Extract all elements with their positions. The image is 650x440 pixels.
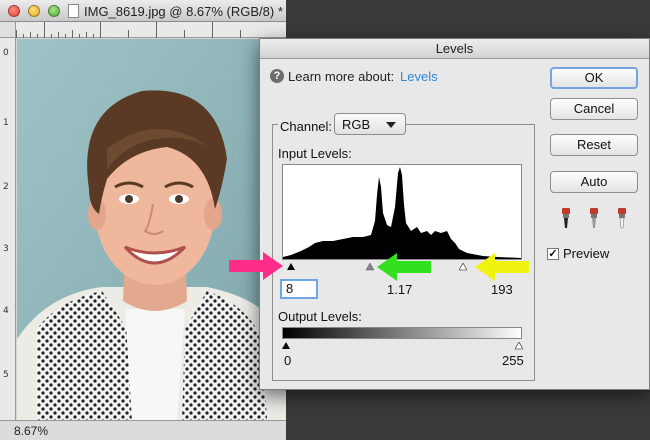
zoom-window-icon[interactable] (48, 5, 60, 17)
help-icon[interactable]: ? (270, 69, 284, 83)
green-annotation-arrow (377, 253, 431, 281)
yellow-annotation-arrow (475, 253, 529, 281)
preview-checkbox[interactable]: ✓ (547, 248, 559, 260)
ruler-number: 1 (3, 118, 9, 128)
dialog-titlebar[interactable]: Levels (260, 39, 649, 59)
ruler-origin[interactable] (0, 22, 16, 38)
zoom-level[interactable]: 8.67% (14, 424, 48, 438)
document-titlebar[interactable]: IMG_8619.jpg @ 8.67% (RGB/8) * (0, 0, 286, 22)
output-gradient (282, 327, 522, 339)
levels-dialog: Levels ? Learn more about: Levels Channe… (259, 38, 650, 390)
preview-label: Preview (563, 246, 610, 261)
stage: IMG_8619.jpg @ 8.67% (RGB/8) * 0 1 2 3 4… (0, 0, 650, 440)
ruler-number: 5 (3, 370, 9, 380)
output-white-handle[interactable] (514, 339, 524, 353)
gamma-handle[interactable] (365, 260, 375, 274)
output-white-value[interactable]: 255 (502, 353, 524, 368)
learn-more-link[interactable]: Levels (400, 69, 438, 84)
document-window: IMG_8619.jpg @ 8.67% (RGB/8) * 0 1 2 3 4… (0, 0, 286, 440)
pink-annotation-arrow (229, 252, 283, 280)
channel-label: Channel: (278, 119, 335, 134)
ruler-number: 3 (3, 244, 9, 254)
output-levels-label: Output Levels: (278, 309, 362, 324)
output-black-value[interactable]: 0 (284, 353, 291, 368)
channel-select-value: RGB (342, 117, 371, 132)
output-slider[interactable] (282, 339, 524, 350)
input-white-value[interactable]: 193 (491, 282, 513, 297)
document-status-bar: 8.67% (0, 420, 286, 440)
learn-more-text: Learn more about: (288, 69, 395, 84)
chevron-down-icon (386, 122, 396, 128)
input-black-field[interactable]: 8 (280, 279, 318, 299)
ok-button[interactable]: OK (550, 67, 638, 89)
white-point-handle[interactable] (458, 260, 468, 274)
black-point-handle[interactable] (287, 260, 295, 274)
ruler-vertical[interactable]: 0 1 2 3 4 5 (0, 22, 16, 420)
ruler-number: 4 (3, 306, 9, 316)
output-black-handle[interactable] (282, 339, 290, 353)
minimize-window-icon[interactable] (28, 5, 40, 17)
white-eyedropper-icon[interactable] (612, 207, 632, 231)
cancel-button[interactable]: Cancel (550, 98, 638, 120)
channel-select[interactable]: RGB (334, 113, 406, 135)
input-gamma-value[interactable]: 1.17 (387, 282, 412, 297)
ruler-number: 2 (3, 182, 9, 192)
auto-button[interactable]: Auto (550, 171, 638, 193)
close-window-icon[interactable] (8, 5, 20, 17)
document-title: IMG_8619.jpg @ 8.67% (RGB/8) * (84, 4, 283, 19)
ruler-number: 0 (3, 48, 9, 58)
input-levels-label: Input Levels: (278, 146, 352, 161)
histogram (282, 164, 522, 260)
gray-eyedropper-icon[interactable] (584, 207, 604, 231)
black-eyedropper-icon[interactable] (556, 207, 576, 231)
document-file-icon (68, 4, 79, 18)
portrait-photo[interactable] (17, 39, 286, 420)
ruler-horizontal[interactable] (16, 22, 286, 38)
histogram-shape (283, 167, 521, 259)
dialog-title: Levels (435, 41, 474, 56)
reset-button[interactable]: Reset (550, 134, 638, 156)
